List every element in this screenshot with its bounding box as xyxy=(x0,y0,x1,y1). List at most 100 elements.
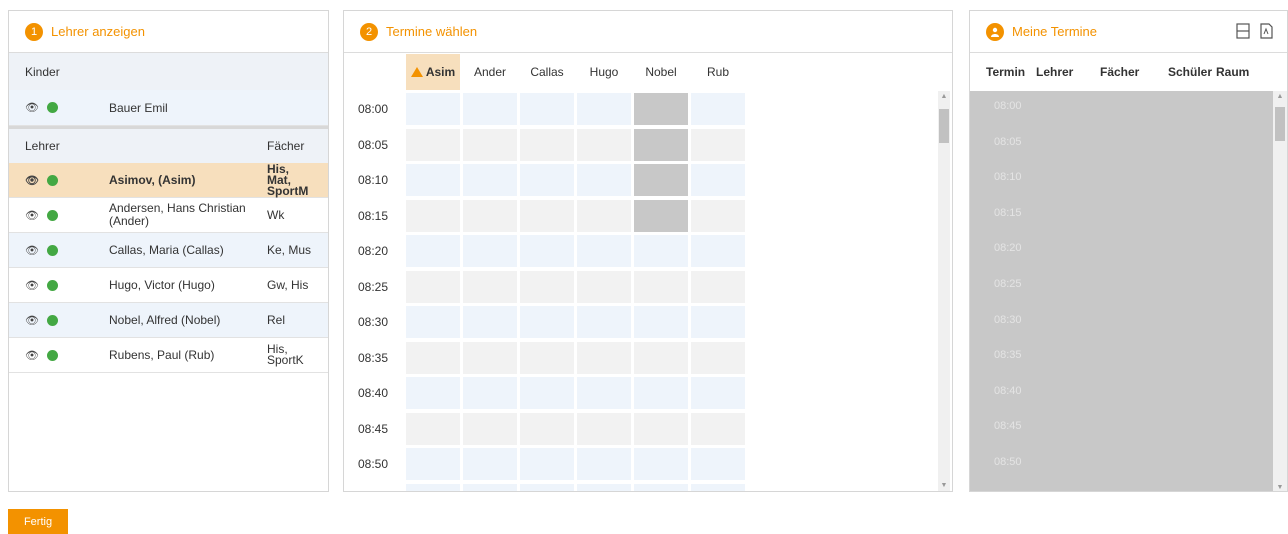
slot-cell[interactable] xyxy=(634,306,688,338)
slot-cell[interactable] xyxy=(520,306,574,338)
slot-cell[interactable] xyxy=(577,448,631,480)
tab-ander[interactable]: Ander xyxy=(462,54,518,90)
slot-cell[interactable] xyxy=(691,270,745,303)
eye-icon[interactable]: 👁 xyxy=(25,101,39,114)
my-appointments-scrollbar[interactable]: ▲ ▼ xyxy=(1273,91,1287,491)
teacher-row-hugo[interactable]: 👁 Hugo, Victor (Hugo) Gw, His xyxy=(9,268,328,303)
slot-cell[interactable] xyxy=(691,341,745,374)
slot-cell[interactable] xyxy=(463,235,517,267)
slot-cell[interactable] xyxy=(463,93,517,125)
slot-cell[interactable] xyxy=(634,483,688,491)
slot-cell[interactable] xyxy=(520,199,574,232)
slot-cell[interactable] xyxy=(463,270,517,303)
eye-icon[interactable]: 👁 xyxy=(25,244,39,257)
slot-cell[interactable] xyxy=(406,306,460,338)
slot-cell[interactable] xyxy=(691,412,745,445)
slot-cell[interactable] xyxy=(406,412,460,445)
teacher-row-nobel[interactable]: 👁 Nobel, Alfred (Nobel) Rel xyxy=(9,303,328,338)
slot-cell[interactable] xyxy=(520,377,574,409)
teacher-row-callas[interactable]: 👁 Callas, Maria (Callas) Ke, Mus xyxy=(9,233,328,268)
slot-cell[interactable] xyxy=(406,199,460,232)
slot-cell[interactable] xyxy=(463,448,517,480)
slot-cell[interactable] xyxy=(406,164,460,196)
slot-cell[interactable] xyxy=(577,128,631,161)
print-icon[interactable] xyxy=(1236,23,1250,42)
eye-icon[interactable]: 👁 xyxy=(25,174,39,187)
slot-cell[interactable] xyxy=(406,235,460,267)
slot-cell[interactable] xyxy=(463,164,517,196)
slot-cell[interactable] xyxy=(520,270,574,303)
slot-cell[interactable] xyxy=(520,341,574,374)
scroll-down-icon[interactable]: ▼ xyxy=(938,482,950,489)
slot-cell[interactable] xyxy=(691,93,745,125)
scrollbar-thumb[interactable] xyxy=(1275,107,1285,141)
teacher-row-ander[interactable]: 👁 Andersen, Hans Christian (Ander) Wk xyxy=(9,198,328,233)
slot-cell[interactable] xyxy=(691,128,745,161)
slot-cell[interactable] xyxy=(463,306,517,338)
slot-cell[interactable] xyxy=(520,93,574,125)
slot-cell[interactable] xyxy=(577,306,631,338)
tab-asim[interactable]: Asim xyxy=(406,54,460,90)
done-button[interactable]: Fertig xyxy=(8,509,68,534)
slot-cell[interactable] xyxy=(577,93,631,125)
slot-cell[interactable] xyxy=(406,448,460,480)
slot-cell[interactable] xyxy=(577,412,631,445)
col-raum: Raum xyxy=(1216,65,1250,79)
slot-cell[interactable] xyxy=(634,448,688,480)
slot-cell[interactable] xyxy=(577,199,631,232)
slot-cell[interactable] xyxy=(520,235,574,267)
tab-rub[interactable]: Rub xyxy=(690,54,746,90)
slot-cell[interactable] xyxy=(406,93,460,125)
slot-cell[interactable] xyxy=(463,377,517,409)
teacher-row-rub[interactable]: 👁 Rubens, Paul (Rub) His, SportK xyxy=(9,338,328,373)
slot-cell[interactable] xyxy=(691,199,745,232)
scroll-down-icon[interactable]: ▼ xyxy=(1273,484,1287,491)
slot-cell[interactable] xyxy=(577,270,631,303)
tab-callas[interactable]: Callas xyxy=(519,54,575,90)
slot-cell[interactable] xyxy=(577,164,631,196)
eye-icon[interactable]: 👁 xyxy=(25,209,39,222)
slot-cell[interactable] xyxy=(463,483,517,491)
slot-cell[interactable] xyxy=(463,412,517,445)
slot-cell[interactable] xyxy=(520,448,574,480)
scrollbar-thumb[interactable] xyxy=(939,109,949,143)
teacher-row-asim[interactable]: 👁 Asimov, (Asim) His, Mat, SportM xyxy=(9,163,328,198)
slot-cell[interactable] xyxy=(406,483,460,491)
slot-cell[interactable] xyxy=(577,483,631,491)
slot-cell[interactable] xyxy=(520,483,574,491)
slot-cell[interactable] xyxy=(463,128,517,161)
slot-cell[interactable] xyxy=(634,412,688,445)
slot-cell[interactable] xyxy=(406,270,460,303)
slot-cell[interactable] xyxy=(406,128,460,161)
slot-cell[interactable] xyxy=(691,377,745,409)
slot-cell[interactable] xyxy=(520,128,574,161)
scroll-up-icon[interactable]: ▲ xyxy=(1273,93,1287,100)
tab-hugo[interactable]: Hugo xyxy=(576,54,632,90)
tab-nobel[interactable]: Nobel xyxy=(633,54,689,90)
slot-cell[interactable] xyxy=(577,235,631,267)
scroll-up-icon[interactable]: ▲ xyxy=(938,93,950,100)
slot-cell[interactable] xyxy=(691,164,745,196)
eye-icon[interactable]: 👁 xyxy=(25,279,39,292)
slot-cell[interactable] xyxy=(691,483,745,491)
slot-cell[interactable] xyxy=(463,341,517,374)
slot-cell[interactable] xyxy=(634,235,688,267)
kind-row[interactable]: 👁 Bauer Emil xyxy=(9,90,328,126)
slot-cell[interactable] xyxy=(577,377,631,409)
slot-cell[interactable] xyxy=(520,412,574,445)
eye-icon[interactable]: 👁 xyxy=(25,314,39,327)
slot-cell[interactable] xyxy=(406,341,460,374)
slot-cell[interactable] xyxy=(520,164,574,196)
pdf-icon[interactable] xyxy=(1260,23,1273,42)
slot-cell[interactable] xyxy=(406,377,460,409)
slot-cell[interactable] xyxy=(691,235,745,267)
slot-cell[interactable] xyxy=(691,448,745,480)
slot-cell[interactable] xyxy=(634,377,688,409)
slot-cell[interactable] xyxy=(691,306,745,338)
eye-icon[interactable]: 👁 xyxy=(25,349,39,362)
slot-cell[interactable] xyxy=(634,341,688,374)
slot-grid-scrollbar[interactable]: ▲ ▼ xyxy=(938,91,950,491)
slot-cell[interactable] xyxy=(577,341,631,374)
slot-cell[interactable] xyxy=(463,199,517,232)
slot-cell[interactable] xyxy=(634,270,688,303)
